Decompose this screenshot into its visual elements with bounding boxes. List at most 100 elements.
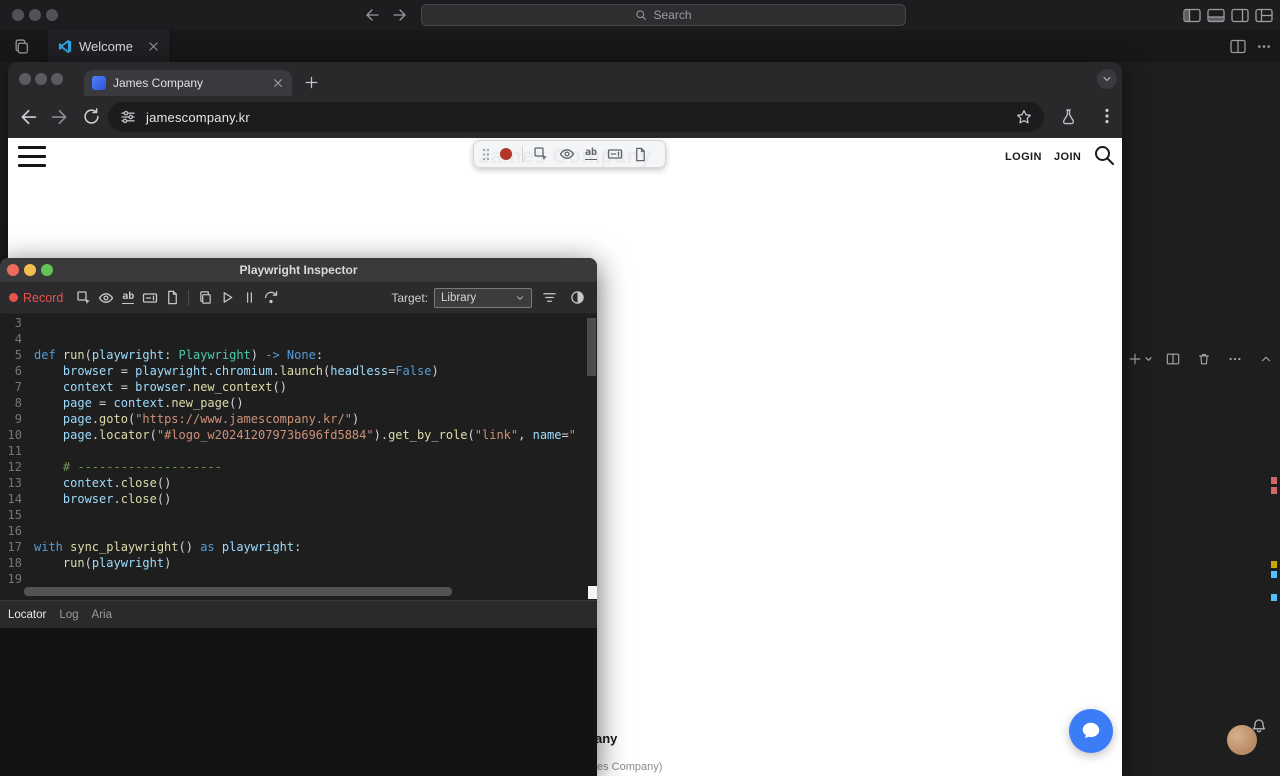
locator-panel[interactable] — [0, 628, 597, 776]
copy-icon — [200, 291, 211, 304]
toggle-secondary-sidebar-button[interactable] — [1231, 8, 1249, 23]
code-text: browser.close() — [62, 492, 172, 506]
editor-more-actions-button[interactable] — [1256, 39, 1272, 54]
kill-terminal-button[interactable] — [1193, 348, 1215, 370]
tab-locator[interactable]: Locator — [8, 609, 46, 621]
browser-minimize-button[interactable] — [35, 73, 47, 85]
new-terminal-button[interactable] — [1128, 348, 1153, 370]
nav-join-link[interactable]: JOIN — [1054, 151, 1081, 163]
terminal-panel-actions — [1124, 346, 1280, 372]
resume-button[interactable] — [216, 287, 238, 309]
reload-button[interactable] — [82, 107, 101, 126]
window-minimize-button[interactable] — [29, 9, 41, 21]
forward-button[interactable] — [50, 107, 70, 127]
inspector-zoom-button[interactable] — [41, 264, 53, 276]
code-text: browser = playwright.chromium.launch(hea… — [62, 364, 439, 378]
record-icon[interactable] — [500, 148, 512, 160]
toggle-sidebar-button[interactable] — [1183, 8, 1201, 23]
line-number: 18 — [7, 556, 22, 570]
history-forward-button[interactable] — [392, 7, 408, 23]
assert-value-icon[interactable] — [607, 146, 623, 162]
assert-visibility-button[interactable] — [95, 287, 117, 309]
command-center-search[interactable]: Search — [421, 4, 906, 26]
split-terminal-button[interactable] — [1162, 348, 1184, 370]
assert-text-button[interactable]: ab — [117, 287, 139, 309]
code-line: 16 — [0, 523, 597, 539]
vertical-scrollbar[interactable] — [587, 318, 596, 376]
browser-menu-button[interactable] — [1098, 107, 1116, 125]
toggle-panel-button[interactable] — [1207, 8, 1225, 23]
panel-more-actions-button[interactable] — [1224, 348, 1246, 370]
vscode-titlebar: Search — [0, 0, 1280, 30]
assert-visibility-icon[interactable] — [559, 146, 575, 162]
record-label: Record — [23, 290, 64, 305]
inspector-close-button[interactable] — [7, 264, 19, 276]
horizontal-scrollbar[interactable] — [24, 587, 452, 596]
assert-text-icon[interactable]: ab — [585, 148, 598, 160]
record-button[interactable]: Record — [9, 291, 63, 305]
target-controls: Target: Library — [391, 287, 588, 309]
tab-close-icon[interactable] — [147, 40, 160, 53]
maximize-panel-button[interactable] — [1255, 348, 1277, 370]
assert-snapshot-icon[interactable] — [633, 147, 648, 162]
split-editor-button[interactable] — [1230, 39, 1246, 54]
source-filter-button[interactable] — [538, 287, 560, 309]
back-button[interactable] — [18, 107, 38, 127]
bookmark-star-icon[interactable] — [1016, 109, 1032, 125]
assert-snapshot-button[interactable] — [161, 287, 183, 309]
site-search-button[interactable] — [1092, 143, 1116, 167]
arrow-left-icon — [366, 9, 379, 21]
browser-close-button[interactable] — [19, 73, 31, 85]
line-number: 13 — [7, 476, 22, 490]
search-icon — [1095, 146, 1114, 165]
tab-favicon — [92, 76, 106, 90]
hamburger-menu-button[interactable] — [18, 146, 46, 167]
address-bar[interactable]: jamescompany.kr — [108, 102, 1044, 132]
inspector-minimize-button[interactable] — [24, 264, 36, 276]
line-number: 15 — [7, 508, 22, 522]
pause-icon — [246, 292, 252, 303]
pick-locator-button[interactable] — [73, 287, 95, 309]
code-text: with sync_playwright() as playwright: — [34, 540, 302, 554]
copy-icon[interactable] — [13, 38, 30, 55]
new-tab-button[interactable] — [304, 75, 319, 90]
overview-ruler-mark — [1271, 561, 1277, 568]
nav-login-link[interactable]: LOGIN — [1005, 151, 1042, 163]
arrow-right-icon — [393, 9, 406, 21]
tab-close-icon[interactable] — [272, 77, 284, 89]
tab-aria[interactable]: Aria — [92, 609, 112, 621]
browser-tab[interactable]: James Company — [84, 70, 292, 96]
site-settings-icon[interactable] — [120, 109, 136, 125]
line-number: 10 — [7, 428, 22, 442]
code-text: # -------------------- — [62, 460, 222, 474]
assert-value-button[interactable] — [139, 287, 161, 309]
chat-widget-button[interactable] — [1069, 709, 1113, 753]
inspector-code[interactable]: 3 4 5 def run(playwright: Playwright) -> No… — [0, 314, 597, 586]
chevron-down-icon — [517, 295, 523, 300]
chevron-down-icon — [1103, 77, 1111, 81]
scrollbar-corner — [588, 586, 597, 599]
code-text: page.goto("https://www.jamescompany.kr/"… — [62, 412, 360, 426]
tab-welcome[interactable]: Welcome — [48, 30, 171, 62]
tab-log[interactable]: Log — [59, 609, 78, 621]
chevron-down-icon — [1145, 357, 1152, 361]
tab-search-button[interactable] — [1097, 69, 1117, 89]
customize-layout-button[interactable] — [1255, 8, 1273, 23]
step-over-button[interactable] — [260, 287, 282, 309]
avatar[interactable] — [1227, 725, 1257, 755]
window-zoom-button[interactable] — [46, 9, 58, 21]
code-line: 19 — [0, 571, 597, 586]
record-icon — [9, 293, 18, 302]
theme-toggle-button[interactable] — [566, 287, 588, 309]
browser-zoom-button[interactable] — [51, 73, 63, 85]
target-dropdown[interactable]: Library — [434, 287, 532, 308]
pause-button[interactable] — [238, 287, 260, 309]
playwright-recorder-toolbar[interactable]: ab — [473, 140, 666, 168]
experiments-flask-icon[interactable] — [1060, 108, 1077, 125]
playwright-inspector-window: Playwright Inspector Record ab Target: L… — [0, 258, 597, 776]
window-close-button[interactable] — [12, 9, 24, 21]
copy-button[interactable] — [194, 287, 216, 309]
drag-handle-icon[interactable] — [482, 148, 490, 161]
history-back-button[interactable] — [364, 7, 380, 23]
pick-locator-icon[interactable] — [533, 146, 549, 162]
